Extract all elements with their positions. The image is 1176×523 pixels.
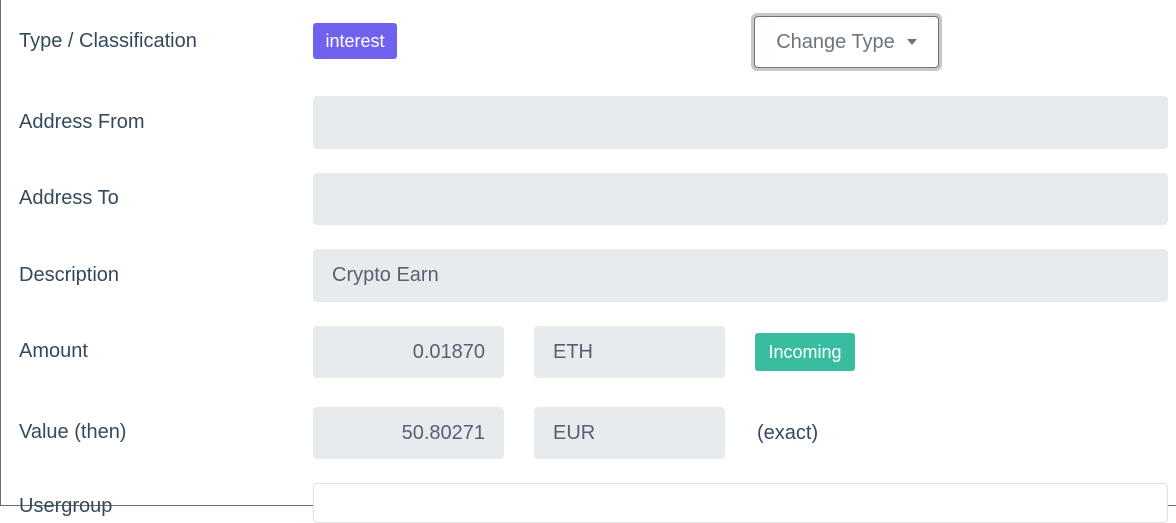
window-border-left [0,0,1,506]
next-row-label: Usergroup [19,495,113,517]
value-then-label: Value (then) [19,421,127,443]
amount-value-field[interactable]: 0.01870 [313,326,504,378]
value-exact-note: (exact) [757,422,819,444]
description-label: Description [19,264,120,286]
change-type-button[interactable]: Change Type [754,16,939,68]
address-from-label: Address From [19,111,145,133]
value-then-currency-field[interactable]: EUR [534,407,725,459]
caret-down-icon [906,39,917,45]
change-type-label: Change Type [776,30,895,53]
address-to-label: Address To [19,187,119,209]
address-from-field[interactable] [313,96,1168,149]
value-then-amount-field[interactable]: 50.80271 [313,407,504,459]
amount-currency-field[interactable]: ETH [534,326,725,378]
next-row-field[interactable] [313,483,1168,523]
description-field[interactable]: Crypto Earn [313,249,1168,302]
type-badge: interest [313,23,397,59]
address-to-field[interactable] [313,173,1168,225]
amount-label: Amount [19,340,88,362]
change-type-dropdown[interactable]: Change Type [751,13,942,71]
direction-badge: Incoming [755,333,855,371]
type-classification-label: Type / Classification [19,30,197,52]
